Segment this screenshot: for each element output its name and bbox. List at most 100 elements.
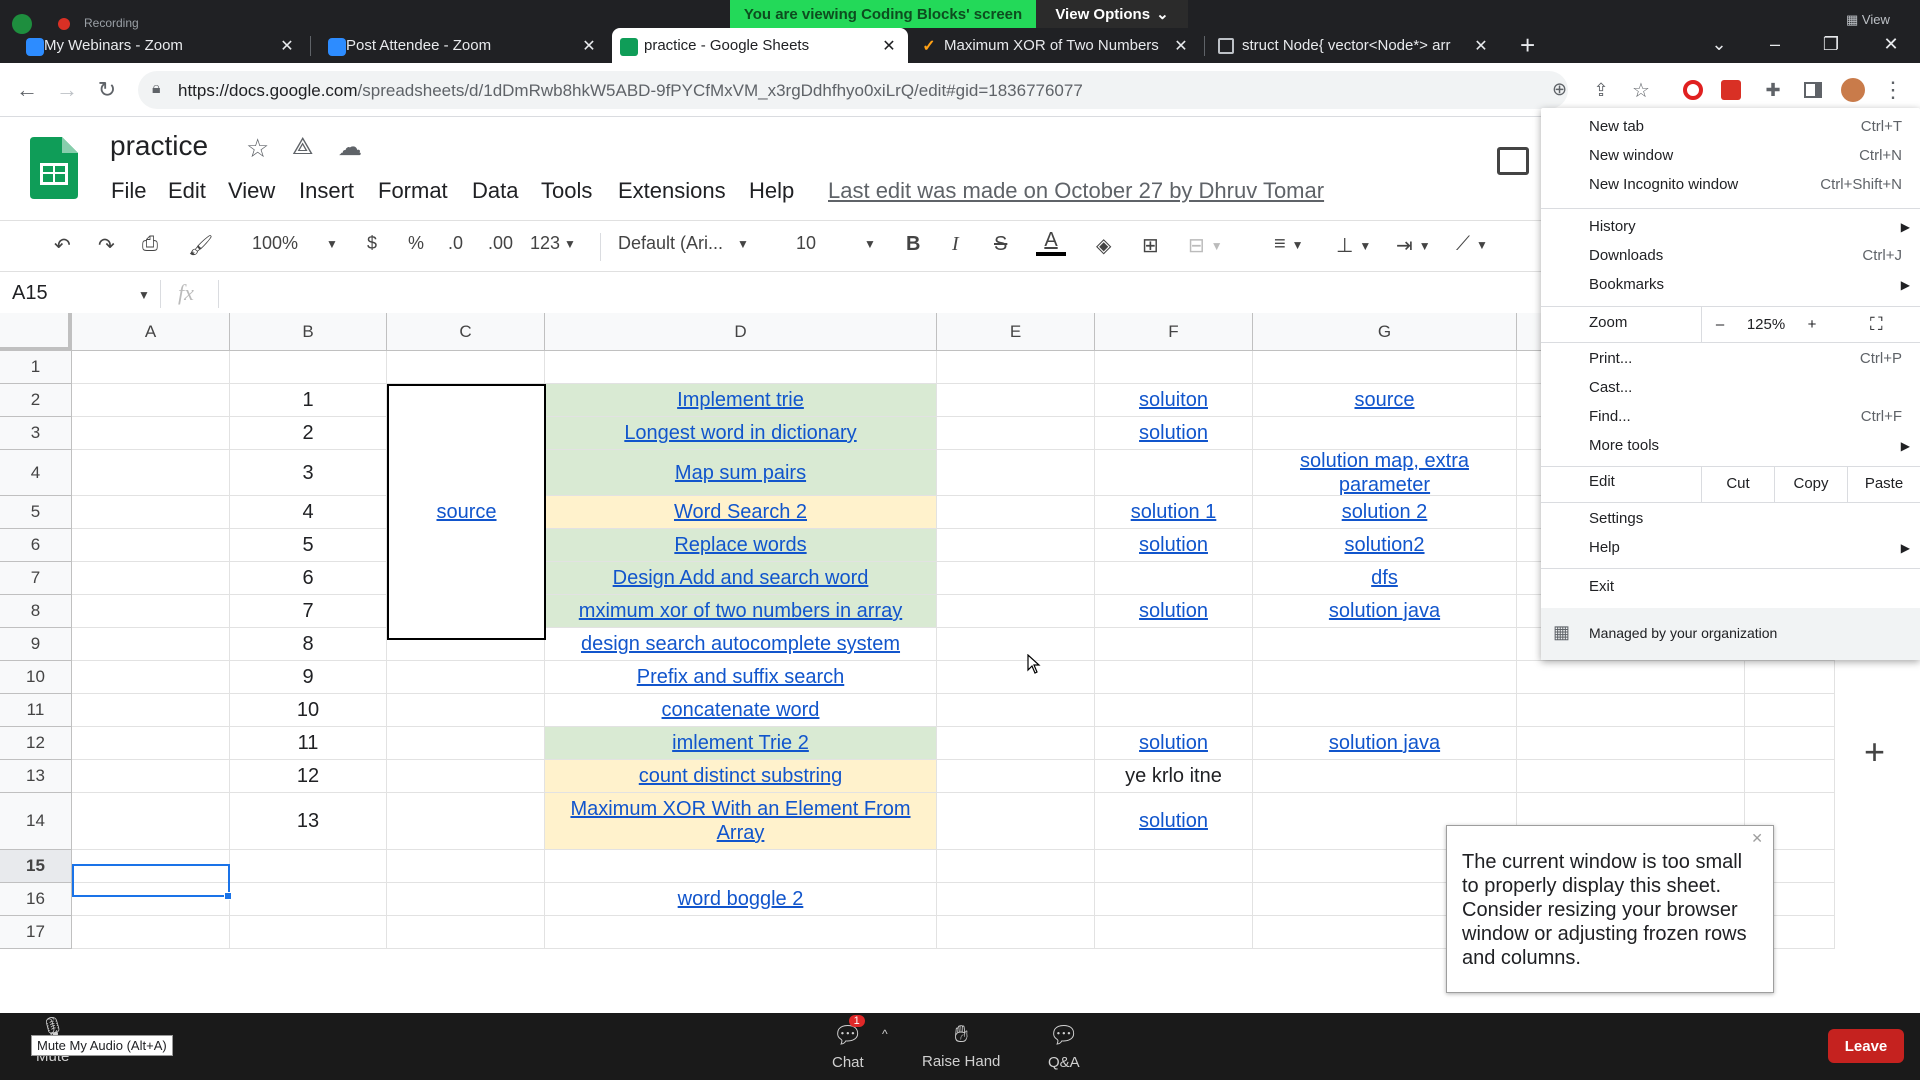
cell[interactable] xyxy=(72,760,230,793)
zoom-out-button[interactable]: – xyxy=(1702,316,1738,333)
cell[interactable] xyxy=(545,916,937,949)
cell[interactable] xyxy=(937,496,1095,529)
cell[interactable] xyxy=(1095,661,1253,694)
cell[interactable] xyxy=(1517,727,1745,760)
menu-help[interactable]: Help xyxy=(1589,539,1620,556)
cell[interactable]: Prefix and suffix search xyxy=(545,661,937,694)
row-header-13[interactable]: 13 xyxy=(0,760,72,793)
cell-link[interactable]: Design Add and search word xyxy=(613,566,869,590)
cell[interactable] xyxy=(1745,727,1835,760)
cell[interactable]: count distinct substring xyxy=(545,760,937,793)
menu-data[interactable]: Data xyxy=(472,178,518,204)
cell[interactable] xyxy=(1095,351,1253,384)
cell[interactable] xyxy=(230,916,387,949)
cell[interactable]: 2 xyxy=(230,417,387,450)
cell-link[interactable]: mximum xor of two numbers in array xyxy=(579,599,902,623)
reload-icon[interactable]: ↻ xyxy=(92,75,122,105)
row-header-7[interactable]: 7 xyxy=(0,562,72,595)
cell[interactable] xyxy=(230,351,387,384)
cell[interactable] xyxy=(1253,760,1517,793)
cell[interactable] xyxy=(1253,417,1517,450)
dropdown-arrow-icon[interactable]: ▼ xyxy=(138,288,150,302)
document-title[interactable]: practice xyxy=(110,130,208,162)
cell[interactable] xyxy=(230,850,387,883)
font-size-select[interactable]: 10 ▼ xyxy=(796,233,876,254)
cell-link[interactable]: count distinct substring xyxy=(639,764,842,788)
cell[interactable]: dfs xyxy=(1253,562,1517,595)
cell[interactable] xyxy=(1253,628,1517,661)
cell[interactable] xyxy=(937,450,1095,496)
cell[interactable]: solution2 xyxy=(1253,529,1517,562)
cell[interactable] xyxy=(1745,694,1835,727)
cell[interactable] xyxy=(1095,628,1253,661)
cell[interactable] xyxy=(72,384,230,417)
cell[interactable] xyxy=(72,595,230,628)
cell[interactable]: 10 xyxy=(230,694,387,727)
cell[interactable]: solution java xyxy=(1253,595,1517,628)
cell[interactable] xyxy=(1745,661,1835,694)
qa-button[interactable]: 💬︎ Q&A xyxy=(1048,1021,1080,1071)
cell[interactable]: design search autocomplete system xyxy=(545,628,937,661)
redo-icon[interactable]: ↷ xyxy=(98,233,115,258)
cell[interactable] xyxy=(937,916,1095,949)
fullscreen-icon[interactable]: ⛶ xyxy=(1870,314,1883,335)
address-bar[interactable]: 🔒︎ https://docs.google.com/spreadsheets/… xyxy=(138,71,1568,109)
cell[interactable] xyxy=(1253,661,1517,694)
chevron-up-icon[interactable]: ^ xyxy=(882,1027,888,1041)
cell[interactable]: imlement Trie 2 xyxy=(545,727,937,760)
managed-row[interactable]: ▦ Managed by your organization xyxy=(1541,608,1920,660)
tab-my-webinars[interactable]: My Webinars - Zoom ✕ xyxy=(18,28,306,63)
raise-hand-button[interactable]: ✋︎ Raise Hand xyxy=(922,1021,1000,1070)
menu-format[interactable]: Format xyxy=(378,178,448,204)
cell[interactable] xyxy=(387,694,545,727)
print-icon[interactable]: ⎙ xyxy=(142,233,158,256)
cell-link[interactable]: soluiton xyxy=(1139,388,1208,412)
cell[interactable]: word boggle 2 xyxy=(545,883,937,916)
add-sheet-plus-icon[interactable]: + xyxy=(1864,731,1885,773)
cell[interactable] xyxy=(72,916,230,949)
cell[interactable] xyxy=(72,694,230,727)
cell[interactable] xyxy=(937,760,1095,793)
fill-handle[interactable] xyxy=(224,892,232,900)
cell[interactable] xyxy=(230,883,387,916)
strikethrough-button[interactable]: S xyxy=(994,233,1007,256)
cell[interactable] xyxy=(387,883,545,916)
tab-search-icon[interactable]: ⌄ xyxy=(1696,28,1742,60)
bold-button[interactable]: B xyxy=(906,233,920,256)
text-color-button[interactable]: A xyxy=(1036,229,1066,256)
row-header-3[interactable]: 3 xyxy=(0,417,72,450)
cell[interactable] xyxy=(1517,760,1745,793)
close-icon[interactable]: ✕ xyxy=(880,36,898,56)
row-header-9[interactable]: 9 xyxy=(0,628,72,661)
close-window-icon[interactable]: ✕ xyxy=(1868,28,1914,60)
cell[interactable] xyxy=(545,351,937,384)
merge-cells-icon[interactable]: ⊟ ▼ xyxy=(1188,233,1223,258)
cell-link[interactable]: solution xyxy=(1139,599,1208,623)
cell[interactable] xyxy=(387,661,545,694)
cell[interactable] xyxy=(72,450,230,496)
tab-post-attendee[interactable]: Post Attendee - Zoom ✕ xyxy=(320,28,608,63)
cell[interactable] xyxy=(937,529,1095,562)
sheets-logo[interactable] xyxy=(30,137,78,199)
vertical-align-icon[interactable]: ⊥ ▼ xyxy=(1336,233,1371,258)
menu-edit[interactable]: Edit xyxy=(168,178,206,204)
cell[interactable] xyxy=(1253,694,1517,727)
menu-new-window[interactable]: New window xyxy=(1589,147,1673,164)
cell-link[interactable]: solution xyxy=(1139,809,1208,833)
close-icon[interactable]: ✕ xyxy=(1172,36,1190,56)
side-panel-icon[interactable] xyxy=(1800,77,1826,103)
formula-input[interactable] xyxy=(218,280,1518,308)
cell[interactable] xyxy=(72,727,230,760)
borders-icon[interactable]: ⊞ xyxy=(1142,233,1159,258)
font-family-select[interactable]: Default (Ari... ▼ xyxy=(618,233,749,254)
cell[interactable]: ye krlo itne xyxy=(1095,760,1253,793)
zoom-magnifier-icon[interactable]: ⊕ xyxy=(1552,79,1567,100)
cell-link[interactable]: Word Search 2 xyxy=(674,500,807,524)
cell[interactable] xyxy=(72,793,230,850)
cell[interactable]: solution xyxy=(1095,727,1253,760)
share-icon[interactable]: ⇪ xyxy=(1588,77,1614,103)
cell[interactable]: Design Add and search word xyxy=(545,562,937,595)
kebab-menu-icon[interactable]: ⋮ xyxy=(1880,77,1906,103)
cell[interactable]: Longest word in dictionary xyxy=(545,417,937,450)
undo-icon[interactable]: ↶ xyxy=(54,233,71,258)
